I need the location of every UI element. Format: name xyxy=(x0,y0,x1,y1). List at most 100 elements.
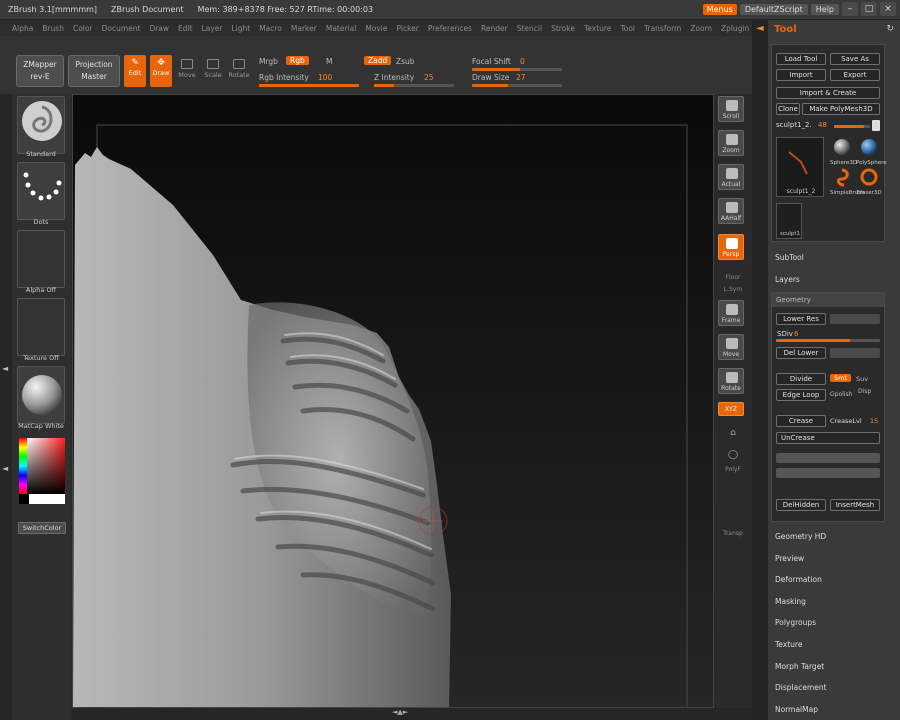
transp-button[interactable]: Transp xyxy=(714,530,752,537)
alpha-selector[interactable] xyxy=(17,230,65,288)
minimize-icon[interactable]: – xyxy=(842,2,858,16)
menu-picker[interactable]: Picker xyxy=(397,24,419,33)
menu-stroke[interactable]: Stroke xyxy=(551,24,575,33)
menu-layer[interactable]: Layer xyxy=(202,24,223,33)
xyz-button[interactable]: XYZ xyxy=(718,402,744,416)
higher-res-button[interactable] xyxy=(830,314,880,324)
close-icon[interactable]: × xyxy=(880,2,896,16)
zoom-button[interactable]: Zoom xyxy=(718,130,744,156)
delhidden-button[interactable]: DelHidden xyxy=(776,499,826,511)
export-button[interactable]: Export xyxy=(830,69,880,81)
material-selector[interactable] xyxy=(17,366,65,424)
section-masking[interactable]: Masking xyxy=(775,597,806,606)
floor-button[interactable]: Floor xyxy=(714,274,752,281)
secondary-tool-thumbnail[interactable]: sculpt1 xyxy=(776,203,802,239)
actual-button[interactable]: Actual xyxy=(718,164,744,190)
clone-button[interactable]: Clone xyxy=(776,103,800,115)
zsub-toggle[interactable]: Zsub xyxy=(396,57,415,66)
rgb-intensity-slider[interactable] xyxy=(259,84,359,87)
lock-icon[interactable]: ⌂ xyxy=(714,428,752,438)
tool-scroll-icon[interactable] xyxy=(872,120,880,131)
uncrease-button[interactable]: UnCrease xyxy=(776,432,880,444)
menu-alpha[interactable]: Alpha xyxy=(12,24,33,33)
menu-edit[interactable]: Edit xyxy=(178,24,193,33)
maximize-icon[interactable]: □ xyxy=(861,2,877,16)
menu-document[interactable]: Document xyxy=(102,24,141,33)
insertmesh-button[interactable]: InsertMesh xyxy=(830,499,880,511)
right-tray-handle[interactable]: ◄ xyxy=(752,20,768,720)
section-deformation[interactable]: Deformation xyxy=(775,575,822,584)
m-toggle[interactable]: M xyxy=(326,57,332,66)
del-lower-button[interactable]: Del Lower xyxy=(776,347,826,359)
menu-zoom[interactable]: Zoom xyxy=(690,24,712,33)
rotate-view-button[interactable]: Rotate xyxy=(718,368,744,394)
menu-transform[interactable]: Transform xyxy=(644,24,681,33)
stroke-selector[interactable] xyxy=(17,162,65,220)
make-polymesh-button[interactable]: Make PolyMesh3D xyxy=(802,103,880,115)
tray-arrow-icon[interactable]: ◄ xyxy=(2,464,8,473)
mrgb-toggle[interactable]: Mrgb xyxy=(259,57,278,66)
scroll-button[interactable]: Scroll xyxy=(718,96,744,122)
import-create-button[interactable]: Import & Create xyxy=(776,87,880,99)
switch-color-button[interactable]: SwitchColor xyxy=(18,522,66,534)
zmapper-button[interactable]: ZMapper rev-E xyxy=(16,55,64,87)
rgb-toggle[interactable]: Rgb xyxy=(286,56,309,65)
menu-stencil[interactable]: Stencil xyxy=(517,24,542,33)
section-geometry-hd[interactable]: Geometry HD xyxy=(775,532,826,541)
z-intensity-slider[interactable] xyxy=(374,84,454,87)
projection-master-button[interactable]: Projection Master xyxy=(68,55,120,87)
eraser3d-tool[interactable]: Eraser3D xyxy=(856,167,882,196)
menu-light[interactable]: Light xyxy=(231,24,250,33)
menu-zplugin[interactable]: Zplugin xyxy=(721,24,749,33)
edit-button[interactable]: ✎ Edit xyxy=(124,55,146,87)
sdiv-slider[interactable] xyxy=(776,339,880,342)
help-button[interactable]: Help xyxy=(810,3,839,15)
bottom-tray-arrows[interactable]: ◄▲► xyxy=(392,708,408,716)
geometry-header[interactable]: Geometry xyxy=(772,293,884,307)
lsym-button[interactable]: L.Sym xyxy=(714,286,752,293)
polysphere-tool[interactable]: PolySphere xyxy=(856,137,887,166)
sphere3d-tool[interactable]: Sphere3D xyxy=(830,137,857,166)
disp-toggle[interactable]: Disp xyxy=(858,388,871,395)
color-picker[interactable] xyxy=(17,434,67,506)
draw-button[interactable]: ✥ Draw xyxy=(150,55,172,87)
crease-button[interactable]: Crease xyxy=(776,415,826,427)
divide-button[interactable]: Divide xyxy=(776,373,826,385)
sphere-icon[interactable]: ◯ xyxy=(714,450,752,460)
document-canvas[interactable] xyxy=(72,94,714,708)
zadd-toggle[interactable]: Zadd xyxy=(364,56,392,65)
section-displacement[interactable]: Displacement xyxy=(775,683,827,692)
menu-marker[interactable]: Marker xyxy=(291,24,317,33)
section-normalmap[interactable]: NormalMap xyxy=(775,705,818,714)
menu-tool[interactable]: Tool xyxy=(620,24,635,33)
menu-render[interactable]: Render xyxy=(481,24,508,33)
frame-button[interactable]: Frame xyxy=(718,300,744,326)
section-morph-target[interactable]: Morph Target xyxy=(775,662,824,671)
move-view-button[interactable]: Move xyxy=(718,334,744,360)
menu-preferences[interactable]: Preferences xyxy=(428,24,472,33)
import-button[interactable]: Import xyxy=(776,69,826,81)
save-as-button[interactable]: Save As xyxy=(830,53,880,65)
gpolish-toggle[interactable]: Gpolish xyxy=(830,391,852,398)
layers-section[interactable]: Layers xyxy=(775,275,800,284)
tool-count-slider[interactable] xyxy=(834,125,870,128)
default-zscript-button[interactable]: DefaultZScript xyxy=(739,3,808,15)
edge-loop-button[interactable]: Edge Loop xyxy=(776,389,826,401)
polyf-button[interactable]: PolyF xyxy=(714,466,752,473)
aahalf-button[interactable]: AAHalf xyxy=(718,198,744,224)
del-higher-button[interactable] xyxy=(830,348,880,358)
menus-button[interactable]: Menus xyxy=(702,3,737,15)
refresh-icon[interactable]: ↻ xyxy=(886,24,894,34)
menu-texture[interactable]: Texture xyxy=(584,24,611,33)
menu-color[interactable]: Color xyxy=(73,24,93,33)
scale-button[interactable]: Scale xyxy=(202,55,224,87)
menu-macro[interactable]: Macro xyxy=(259,24,282,33)
texture-selector[interactable] xyxy=(17,298,65,356)
section-texture[interactable]: Texture xyxy=(775,640,802,649)
tray-arrow-icon[interactable]: ◄ xyxy=(2,364,8,373)
persp-button[interactable]: Persp xyxy=(718,234,744,260)
menu-material[interactable]: Material xyxy=(326,24,356,33)
menu-draw[interactable]: Draw xyxy=(149,24,169,33)
load-tool-button[interactable]: Load Tool xyxy=(776,53,826,65)
draw-size-slider[interactable] xyxy=(472,84,562,87)
